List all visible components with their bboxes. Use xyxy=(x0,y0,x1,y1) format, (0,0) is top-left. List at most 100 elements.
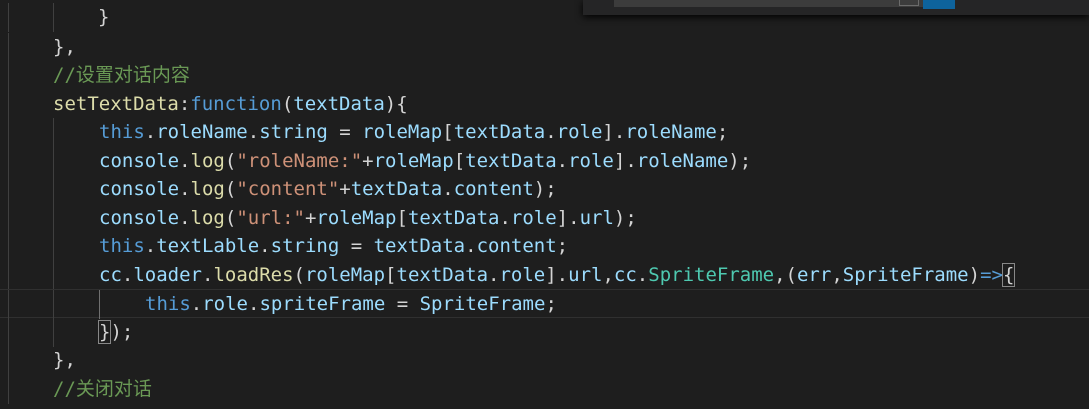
code-token: textData xyxy=(453,121,546,143)
code-token: . xyxy=(247,121,260,143)
code-token: . xyxy=(636,264,649,286)
code-line[interactable]: }, xyxy=(0,33,1089,62)
code-token: ( xyxy=(224,150,237,172)
code-token: role xyxy=(556,121,603,143)
indent-guide xyxy=(53,204,54,233)
code-token: //设置对话内容 xyxy=(53,64,190,86)
code-token: . xyxy=(465,235,477,257)
code-token: ( xyxy=(224,207,237,229)
code-token: SpriteFrame xyxy=(419,293,546,315)
code-token: role xyxy=(202,293,248,315)
code-line[interactable]: setTextData:function(textData){ xyxy=(0,90,1089,119)
code-token: ); xyxy=(533,178,557,200)
code-token: ); xyxy=(728,150,752,172)
code-line[interactable]: console.log("content"+textData.content); xyxy=(0,175,1089,204)
indent-guide xyxy=(8,204,9,233)
indent-guide xyxy=(53,118,54,147)
code-token: . xyxy=(179,150,191,172)
code-token: "content" xyxy=(236,178,340,200)
code-token: . xyxy=(190,293,203,315)
code-line[interactable]: //关闭对话 xyxy=(0,375,1089,404)
code-token: = xyxy=(385,293,420,315)
code-line[interactable]: this.textLable.string = textData.content… xyxy=(0,232,1089,261)
code-token: [ xyxy=(385,264,397,286)
code-token: ); xyxy=(613,207,637,229)
code-token: string xyxy=(270,235,340,257)
code-token: + xyxy=(362,150,374,172)
code-token: ( xyxy=(224,178,237,200)
code-text: }, xyxy=(53,346,76,375)
indent-guide xyxy=(8,346,9,375)
code-token: . xyxy=(144,235,157,257)
code-text: setTextData:function(textData){ xyxy=(53,90,408,119)
code-token: cc xyxy=(99,264,122,286)
code-token: , xyxy=(831,264,843,286)
indent-guide xyxy=(53,147,54,176)
code-token: } xyxy=(98,6,110,28)
code-token: log xyxy=(190,178,225,200)
code-token: ; xyxy=(545,293,557,315)
indent-guide xyxy=(53,175,54,204)
code-token: ]. xyxy=(556,207,580,229)
code-token: roleName xyxy=(156,121,248,143)
code-token: . xyxy=(499,207,511,229)
indent-guide xyxy=(8,232,9,261)
indent-guide xyxy=(8,90,9,119)
code-text: this.role.spriteFrame = SpriteFrame; xyxy=(145,290,557,319)
code-token: . xyxy=(488,264,500,286)
code-line[interactable]: cc.loader.loadRes(roleMap[textData.role]… xyxy=(0,261,1089,290)
code-token: ]. xyxy=(545,264,569,286)
indent-guide xyxy=(53,232,54,261)
code-token: "roleName:" xyxy=(236,150,363,172)
code-token: textData xyxy=(350,178,443,200)
code-token: . xyxy=(556,150,569,172)
code-token: ) xyxy=(968,264,981,286)
code-token: ; xyxy=(556,235,569,257)
code-line[interactable]: console.log("roleName:"+roleMap[textData… xyxy=(0,147,1089,176)
code-line[interactable]: }, xyxy=(0,346,1089,375)
code-line[interactable]: //设置对话内容 xyxy=(0,61,1089,90)
indent-guide xyxy=(8,375,9,404)
code-token: ){ xyxy=(384,93,408,115)
indent-guide xyxy=(53,290,54,319)
code-token: . xyxy=(247,293,260,315)
code-editor[interactable]: }},//设置对话内容 setTextData:function(textData… xyxy=(0,0,1089,409)
code-token: console xyxy=(99,207,180,229)
indent-guide xyxy=(8,118,9,147)
code-token: . xyxy=(144,121,157,143)
find-option-toggle[interactable] xyxy=(899,0,919,6)
code-token: cc xyxy=(613,264,637,286)
code-token: this xyxy=(99,121,145,143)
indent-guide xyxy=(8,61,9,90)
indent-guide xyxy=(8,318,9,347)
code-text: //设置对话内容 xyxy=(53,61,190,90)
code-token: this xyxy=(145,293,191,315)
code-token: [ xyxy=(442,121,454,143)
code-token: role xyxy=(568,150,614,172)
find-option-toggle-active[interactable] xyxy=(923,0,955,9)
code-token: SpriteFrame xyxy=(648,264,775,286)
code-token: ); xyxy=(110,321,134,343)
code-token: err xyxy=(796,264,832,286)
code-token: . xyxy=(179,207,191,229)
code-token: }, xyxy=(53,349,76,371)
code-token: , xyxy=(602,264,614,286)
code-token: ( xyxy=(281,93,294,115)
code-text: console.log("url:"+roleMap[textData.role… xyxy=(99,204,637,233)
code-token: content xyxy=(476,235,557,257)
code-token: function xyxy=(190,93,282,115)
matched-bracket: } xyxy=(97,320,112,344)
code-token: role xyxy=(499,264,546,286)
code-token: roleMap xyxy=(304,264,386,286)
code-line[interactable]: console.log("url:"+roleMap[textData.role… xyxy=(0,204,1089,233)
code-line[interactable]: }); xyxy=(0,318,1089,347)
indent-guide xyxy=(53,318,54,347)
code-line[interactable]: this.roleName.string = roleMap[textData.… xyxy=(0,118,1089,147)
code-line[interactable]: this.role.spriteFrame = SpriteFrame; xyxy=(0,289,1089,319)
code-text: console.log("content"+textData.content); xyxy=(99,175,557,204)
code-token: roleMap xyxy=(373,150,454,172)
code-token: . xyxy=(442,178,454,200)
code-text: }); xyxy=(97,318,134,347)
code-token: "url:" xyxy=(236,207,305,229)
code-token: [ xyxy=(453,150,466,172)
